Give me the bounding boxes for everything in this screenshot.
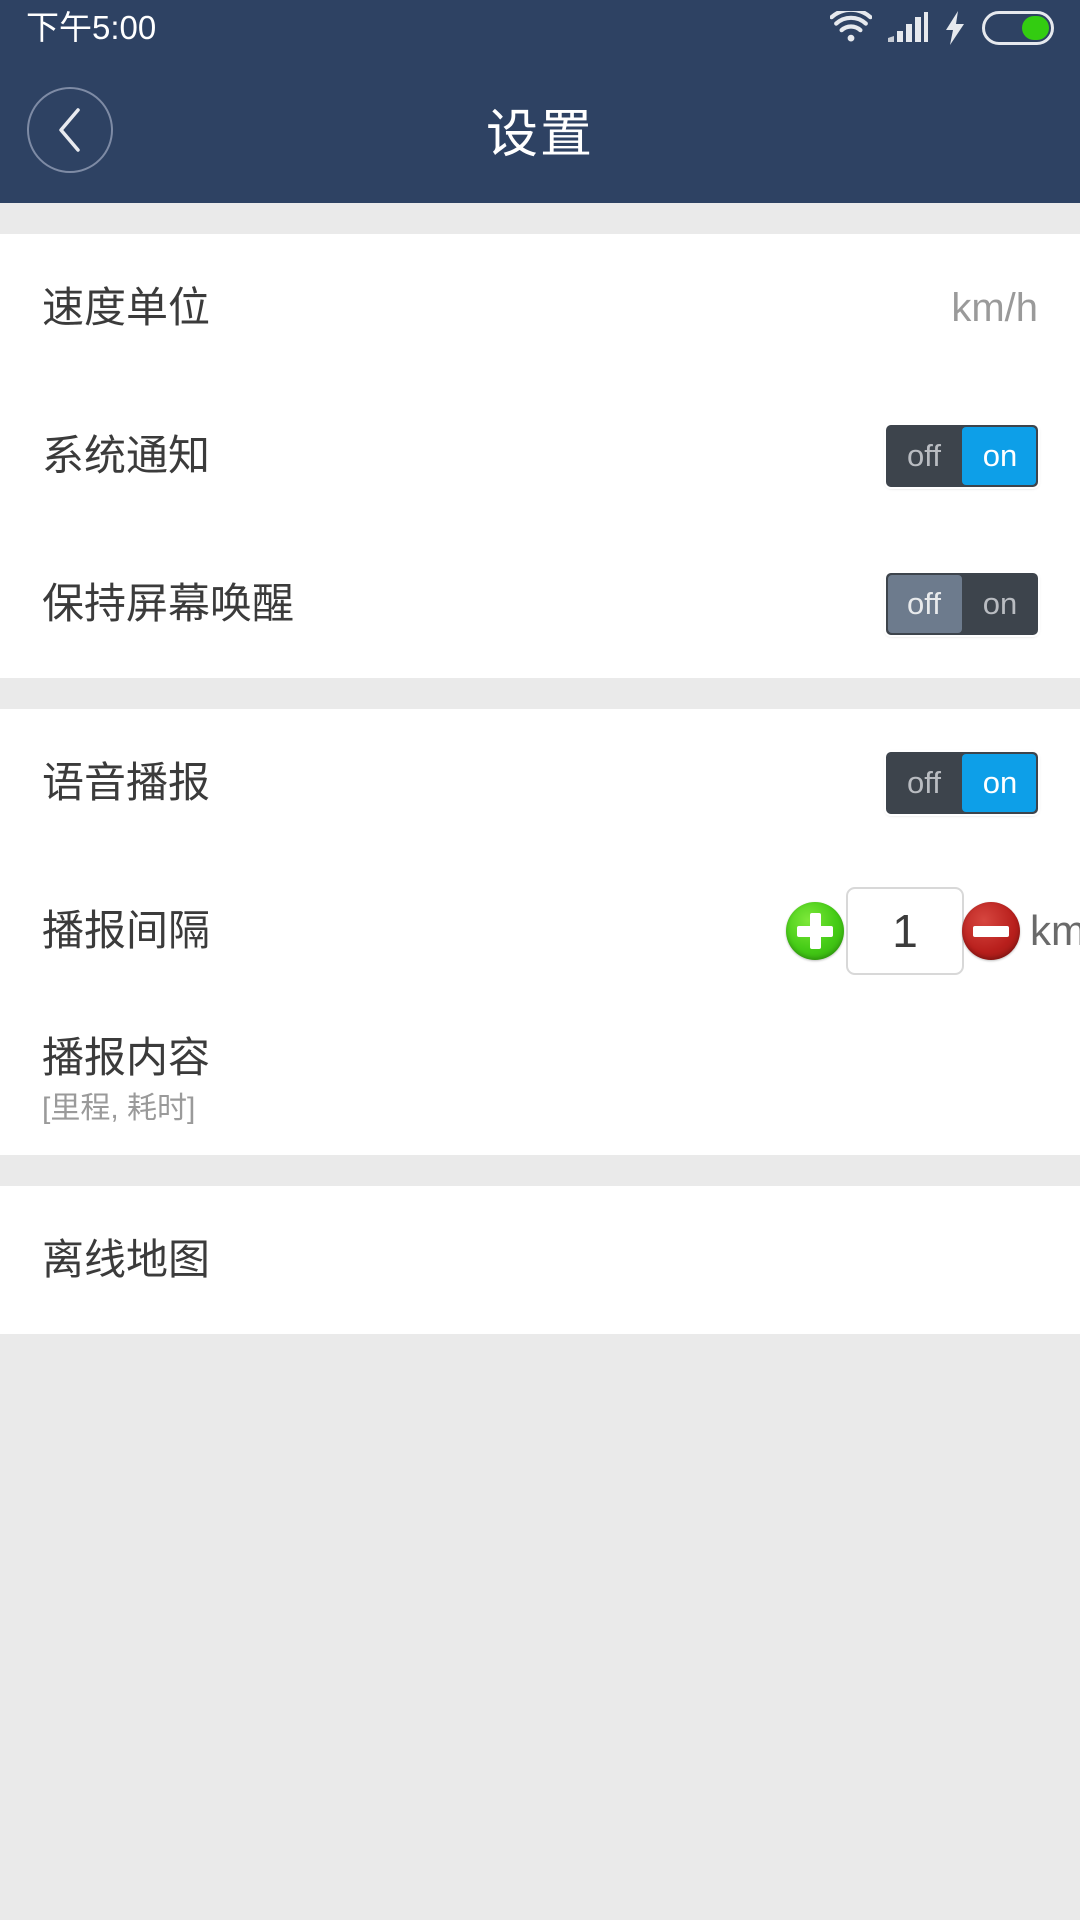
row-label: 保持屏幕唤醒 (42, 580, 295, 627)
row-voice-broadcast[interactable]: 语音播报 off on (0, 709, 1080, 857)
page-title: 设置 (485, 106, 594, 164)
signal-icon (888, 12, 928, 42)
row-system-notification[interactable]: 系统通知 off on (0, 382, 1080, 530)
row-text-group: 播报间隔 (42, 904, 210, 958)
minus-bar-horizontal (973, 925, 1009, 937)
toggle-off-label[interactable]: off (886, 425, 962, 487)
row-broadcast-interval[interactable]: 播报间隔 1 km (0, 857, 1080, 1005)
status-clock: 下午5:00 (26, 9, 157, 46)
broadcast-content-summary: [里程, 耗时] (42, 1092, 196, 1125)
charging-bolt-icon (946, 11, 964, 45)
row-speed-unit[interactable]: 速度单位 km/h (0, 234, 1080, 382)
voice-broadcast-toggle[interactable]: off on (886, 752, 1038, 814)
row-accessory: 1 km (786, 887, 1080, 975)
row-label: 离线地图 (42, 1236, 211, 1283)
row-accessory: off on (886, 573, 1038, 635)
row-offline-map[interactable]: 离线地图 (0, 1186, 1080, 1334)
toggle-on-label[interactable]: on (962, 425, 1038, 487)
toggle-off-label[interactable]: off (886, 573, 962, 635)
toggle-on-label[interactable]: on (962, 573, 1038, 635)
row-text-group: 保持屏幕唤醒 (42, 577, 294, 631)
row-label: 播报内容 (42, 1034, 211, 1081)
broadcast-interval-input[interactable]: 1 (846, 887, 964, 975)
toggle-off-label[interactable]: off (886, 752, 962, 814)
keep-screen-awake-toggle[interactable]: off on (886, 573, 1038, 635)
row-text-group: 速度单位 (42, 281, 210, 335)
row-accessory: off on (886, 425, 1038, 487)
settings-section-voice: 语音播报 off on 播报间隔 1 km 播报内容 [里程, 耗时] (0, 709, 1080, 1155)
row-keep-screen-awake[interactable]: 保持屏幕唤醒 off on (0, 530, 1080, 678)
plus-circle-icon[interactable] (786, 902, 844, 960)
broadcast-interval-unit: km (1030, 907, 1080, 954)
speed-unit-value: km/h (951, 285, 1038, 330)
system-notification-toggle[interactable]: off on (886, 425, 1038, 487)
wifi-icon (830, 11, 872, 42)
row-text-group: 播报内容 [里程, 耗时] (42, 1031, 210, 1129)
status-icon-group (830, 11, 1054, 45)
battery-icon (982, 11, 1054, 45)
status-bar: 下午5:00 (0, 0, 1080, 56)
minus-circle-icon[interactable] (962, 902, 1020, 960)
row-accessory: off on (886, 752, 1038, 814)
row-label: 播报间隔 (42, 907, 211, 954)
section-spacer-1 (0, 678, 1080, 709)
row-text-group: 语音播报 (42, 756, 210, 810)
app-header: 设置 (0, 56, 1080, 203)
settings-section-map: 离线地图 (0, 1186, 1080, 1334)
broadcast-interval-stepper: 1 km (786, 887, 1080, 975)
row-accessory: km/h (951, 286, 1038, 331)
section-spacer-top (0, 203, 1080, 234)
empty-area (0, 1334, 1080, 1895)
settings-list: 速度单位 km/h 系统通知 off on 保持屏幕唤醒 off on 语音播报… (0, 203, 1080, 1895)
settings-section-general: 速度单位 km/h 系统通知 off on 保持屏幕唤醒 off on (0, 234, 1080, 678)
settings-screen: 下午5:00 设置 速度单位 km/h 系统通知 off on 保持屏幕唤醒 o… (0, 0, 1080, 1920)
row-text-group: 系统通知 (42, 429, 210, 483)
row-broadcast-content[interactable]: 播报内容 [里程, 耗时] (0, 1005, 1080, 1155)
row-label: 语音播报 (42, 759, 211, 806)
row-label: 速度单位 (42, 284, 211, 331)
section-spacer-2 (0, 1155, 1080, 1186)
row-label: 系统通知 (42, 432, 211, 479)
toggle-on-label[interactable]: on (962, 752, 1038, 814)
row-text-group: 离线地图 (42, 1233, 210, 1287)
plus-bar-vertical (809, 913, 821, 949)
